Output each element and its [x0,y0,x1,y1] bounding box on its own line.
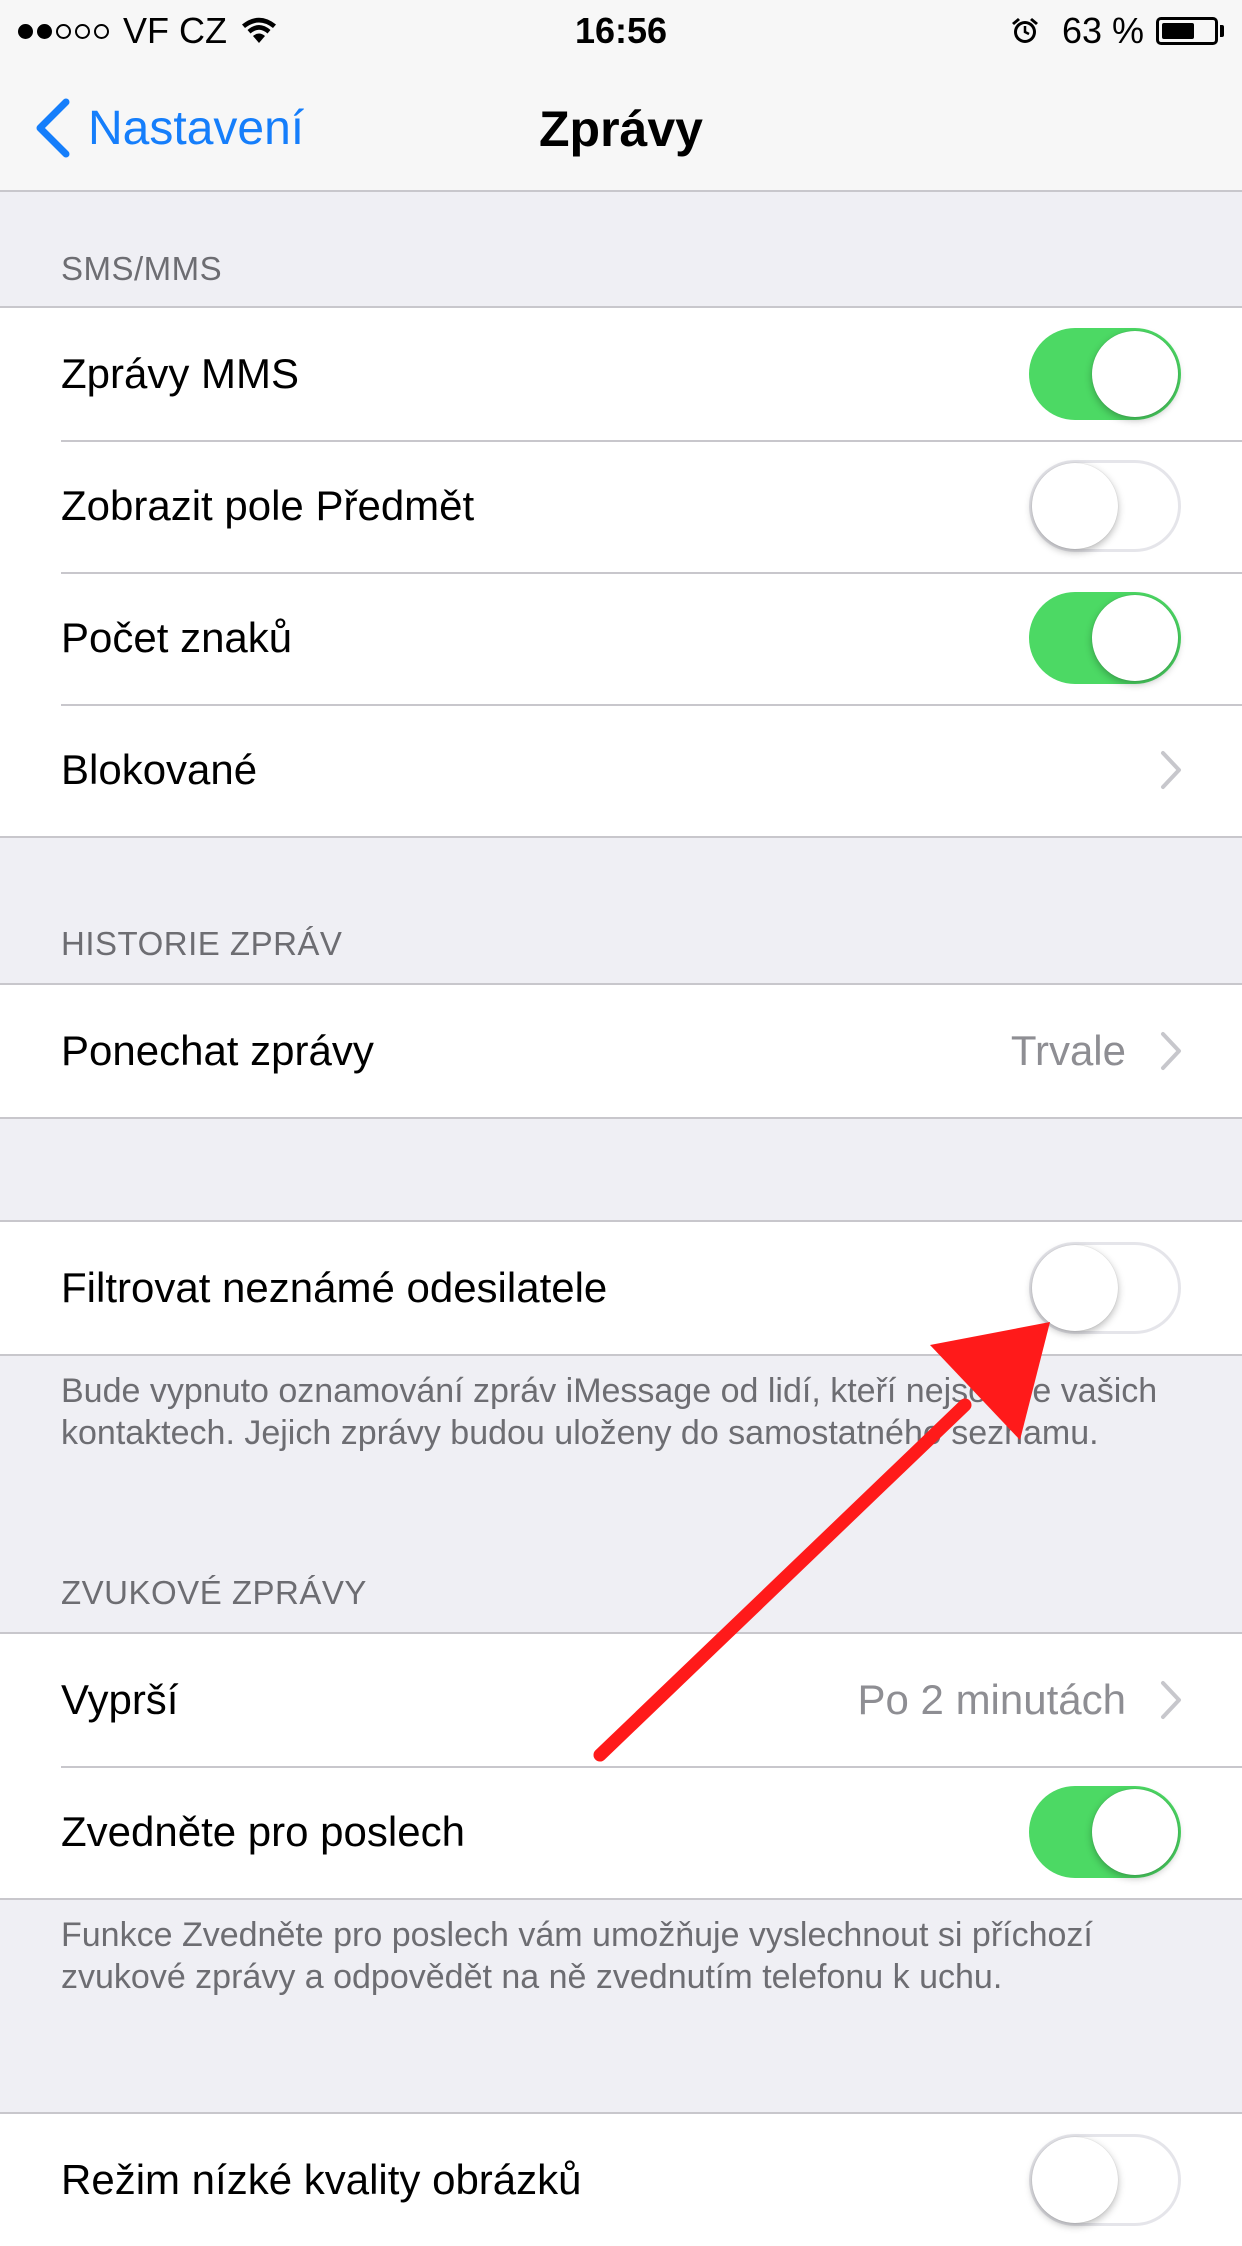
row-low-quality-images: Režim nízké kvality obrázků [0,2114,1242,2246]
chevron-right-icon [1160,1680,1182,1720]
alarm-clock-icon [1010,16,1062,46]
battery-icon [1156,17,1218,45]
raise-to-listen-toggle[interactable] [1029,1786,1181,1878]
group-history: Ponechat zprávy Trvale [0,983,1242,1119]
row-label: Blokované [61,746,258,793]
toggle-knob [1032,2137,1118,2223]
row-value: Po 2 minutách [857,1676,1127,1723]
character-count-toggle[interactable] [1029,592,1181,684]
toggle-knob [1032,1245,1118,1331]
group-image: Režim nízké kvality obrázků [0,2112,1242,2246]
row-raise-to-listen: Zvedněte pro poslech [0,1766,1242,1898]
chevron-right-icon [1160,750,1182,790]
row-expire[interactable]: Vyprší Po 2 minutách [0,1634,1242,1766]
row-subject-field: Zobrazit pole Předmět [0,440,1242,572]
subject-field-toggle[interactable] [1029,460,1181,552]
row-value: Trvale [1010,1027,1126,1074]
row-character-count: Počet znaků [0,572,1242,704]
toggle-knob [1092,331,1178,417]
filter-footer-text: Bude vypnuto oznamování zpráv iMessage o… [61,1372,1158,1452]
row-filter-unknown: Filtrovat neznámé odesilatele [0,1222,1242,1354]
row-blocked[interactable]: Blokované [0,704,1242,836]
row-keep-messages[interactable]: Ponechat zprávy Trvale [0,985,1242,1117]
battery-percent: 63 % [1061,10,1144,51]
row-label: Ponechat zprávy [61,1027,374,1074]
section-header-sms: SMS/MMS [61,250,223,287]
status-bar: VF CZ 16:56 63 % [0,0,1242,62]
row-label: Vyprší [61,1676,179,1723]
page-title: Zprávy [539,101,703,157]
audio-footer-text: Funkce Zvedněte pro poslech vám umožňuje… [61,1916,1093,1996]
battery-tip [1220,25,1224,37]
filter-unknown-toggle[interactable] [1029,1242,1181,1334]
group-audio: Vyprší Po 2 minutách Zvedněte pro poslec… [0,1632,1242,1900]
battery-level [1162,23,1194,39]
status-right: 63 % [1010,10,1224,52]
row-mms: Zprávy MMS [0,308,1242,440]
navigation-bar: Nastavení Zprávy [0,62,1242,192]
chevron-right-icon [1160,1031,1182,1071]
group-sms: Zprávy MMS Zobrazit pole Předmět Počet z… [0,306,1242,838]
section-header-history: HISTORIE ZPRÁV [61,925,343,962]
group-filter: Filtrovat neznámé odesilatele [0,1220,1242,1356]
toggle-knob [1032,463,1118,549]
toggle-knob [1092,1789,1178,1875]
section-header-audio: ZVUKOVÉ ZPRÁVY [61,1574,367,1611]
mms-toggle[interactable] [1029,328,1181,420]
toggle-knob [1092,595,1178,681]
low-quality-images-toggle[interactable] [1029,2134,1181,2226]
